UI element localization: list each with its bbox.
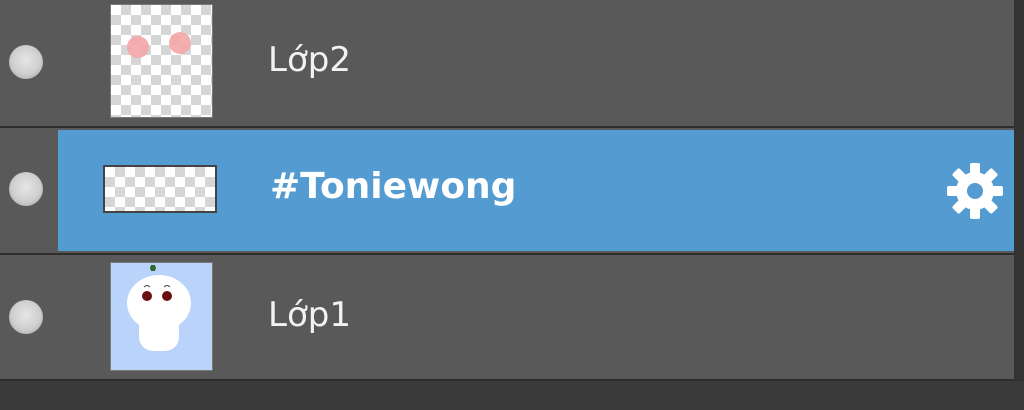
visibility-toggle-icon[interactable] (9, 300, 43, 334)
layer-row-toniewong[interactable]: #Toniewong (0, 128, 1014, 255)
gear-icon[interactable] (946, 162, 1004, 220)
visibility-toggle-icon[interactable] (9, 172, 43, 206)
layer-row-lop2[interactable]: Lớp2 (0, 0, 1014, 128)
layer-thumbnail (103, 165, 217, 213)
ghost-thumbnail (127, 265, 191, 351)
pink-cheeks-thumbnail (127, 32, 191, 58)
layer-row-lop1[interactable]: Lớp1 (0, 255, 1014, 381)
layer-thumbnail (110, 262, 213, 371)
layer-name: Lớp1 (268, 295, 351, 335)
layer-name: Lớp2 (268, 40, 351, 80)
visibility-toggle-icon[interactable] (9, 45, 43, 79)
layer-name: #Toniewong (270, 166, 517, 207)
layers-panel: Lớp2 #Toniewong Lớp1 (0, 0, 1024, 410)
layer-thumbnail (110, 4, 213, 118)
scrollbar[interactable] (1014, 0, 1024, 381)
